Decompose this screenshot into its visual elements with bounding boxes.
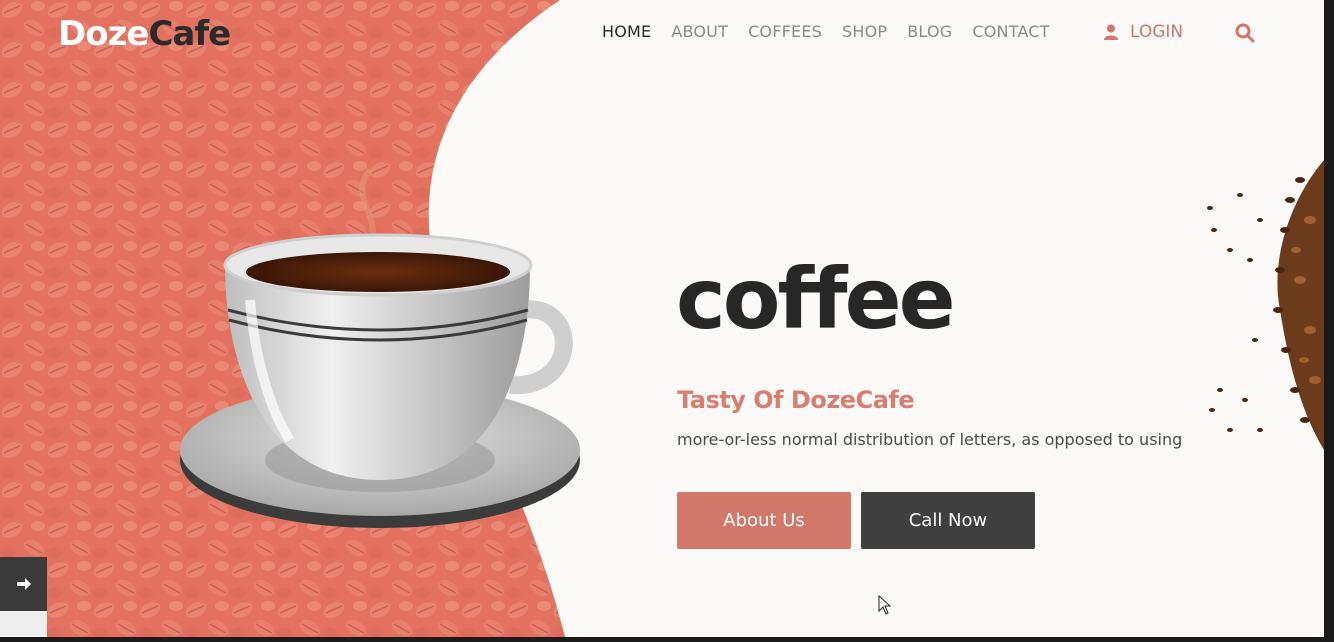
main-nav: HOME ABOUT COFFEES SHOP BLOG CONTACT [602,22,1050,41]
mouse-cursor-icon [878,595,892,615]
brand-logo-part1: Doze [58,14,149,54]
nav-item-contact[interactable]: CONTACT [972,22,1049,41]
nav-item-shop[interactable]: SHOP [842,22,887,41]
hero-subtitle: Tasty Of DozeCafe [677,386,915,414]
page: DozeCafe HOME ABOUT COFFEES SHOP BLOG CO… [0,0,1324,637]
nav-item-coffees[interactable]: COFFEES [748,22,822,41]
call-now-button[interactable]: Call Now [861,492,1035,549]
coffee-cup-image [180,168,580,528]
login-label: LOGIN [1130,22,1184,42]
arrow-right-icon [16,578,31,590]
user-icon [1104,24,1118,40]
login-link[interactable]: LOGIN [1104,22,1183,42]
hero-description: more-or-less normal distribution of lett… [677,430,1183,449]
coffee-beans-decoration [1207,160,1324,450]
search-icon[interactable] [1234,22,1256,44]
nav-item-home[interactable]: HOME [602,22,651,41]
side-panel-toggle-secondary[interactable] [0,611,47,637]
side-panel-toggle[interactable] [0,557,47,611]
brand-logo-part2: Cafe [148,14,231,54]
hero-title: coffee [676,250,956,348]
about-us-button[interactable]: About Us [677,492,851,549]
nav-item-blog[interactable]: BLOG [907,22,952,41]
brand-logo[interactable]: DozeCafe [58,14,231,54]
nav-item-about[interactable]: ABOUT [671,22,728,41]
